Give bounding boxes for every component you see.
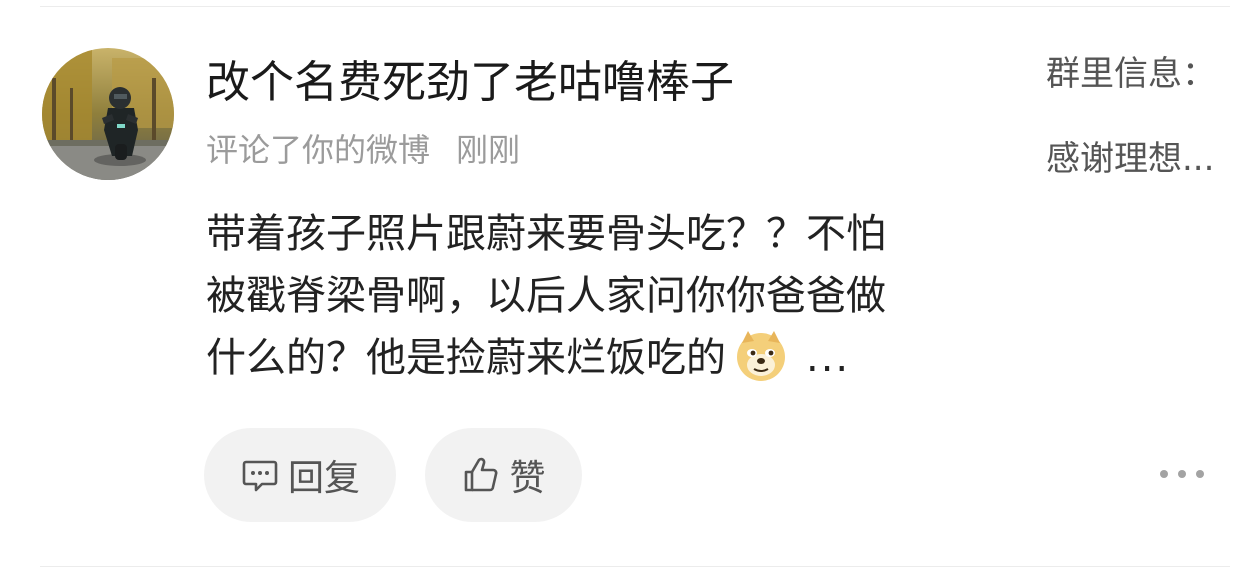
original-post-preview-line[interactable]: 群里信息： xyxy=(1046,52,1246,96)
more-dot xyxy=(1196,470,1204,478)
comment-bubble-icon xyxy=(242,460,278,492)
avatar-photo xyxy=(42,48,174,180)
more-dot xyxy=(1160,470,1168,478)
comment-text[interactable]: 带着孩子照片跟蔚来要骨头吃？？不怕 被戳脊梁骨啊，以后人家问你你爸爸做 什么的？… xyxy=(206,203,976,389)
more-dot xyxy=(1178,470,1186,478)
reply-label: 回复 xyxy=(287,458,360,499)
comment-line: 什么的？他是捡蔚来烂饭吃的 ... xyxy=(206,327,976,389)
more-horizontal-icon[interactable] xyxy=(1160,464,1204,484)
username[interactable]: 改个名费死劲了老咕噜棒子 xyxy=(206,55,734,111)
original-post-preview-line[interactable]: 感谢理想... xyxy=(1046,137,1246,181)
doge-emoji-icon xyxy=(737,331,785,381)
comment-ellipsis: ... xyxy=(806,335,851,381)
timestamp: 刚刚 xyxy=(456,131,521,169)
comment-line-text: 什么的？他是捡蔚来烂饭吃的 xyxy=(206,335,726,381)
comment-line: 被戳脊梁骨啊，以后人家问你你爸爸做 xyxy=(206,273,886,319)
bottom-divider xyxy=(40,566,1230,567)
avatar[interactable] xyxy=(42,48,174,180)
thumbs-up-icon xyxy=(465,457,498,492)
top-divider xyxy=(40,6,1230,7)
reply-button[interactable]: 回复 xyxy=(204,428,396,522)
comment-line: 带着孩子照片跟蔚来要骨头吃？？不怕 xyxy=(206,211,886,257)
like-button[interactable]: 赞 xyxy=(425,428,582,522)
notification-meta: 评论了你的微博 刚刚 xyxy=(206,128,520,172)
action-text: 评论了你的微博 xyxy=(206,131,431,169)
like-label: 赞 xyxy=(509,458,546,499)
